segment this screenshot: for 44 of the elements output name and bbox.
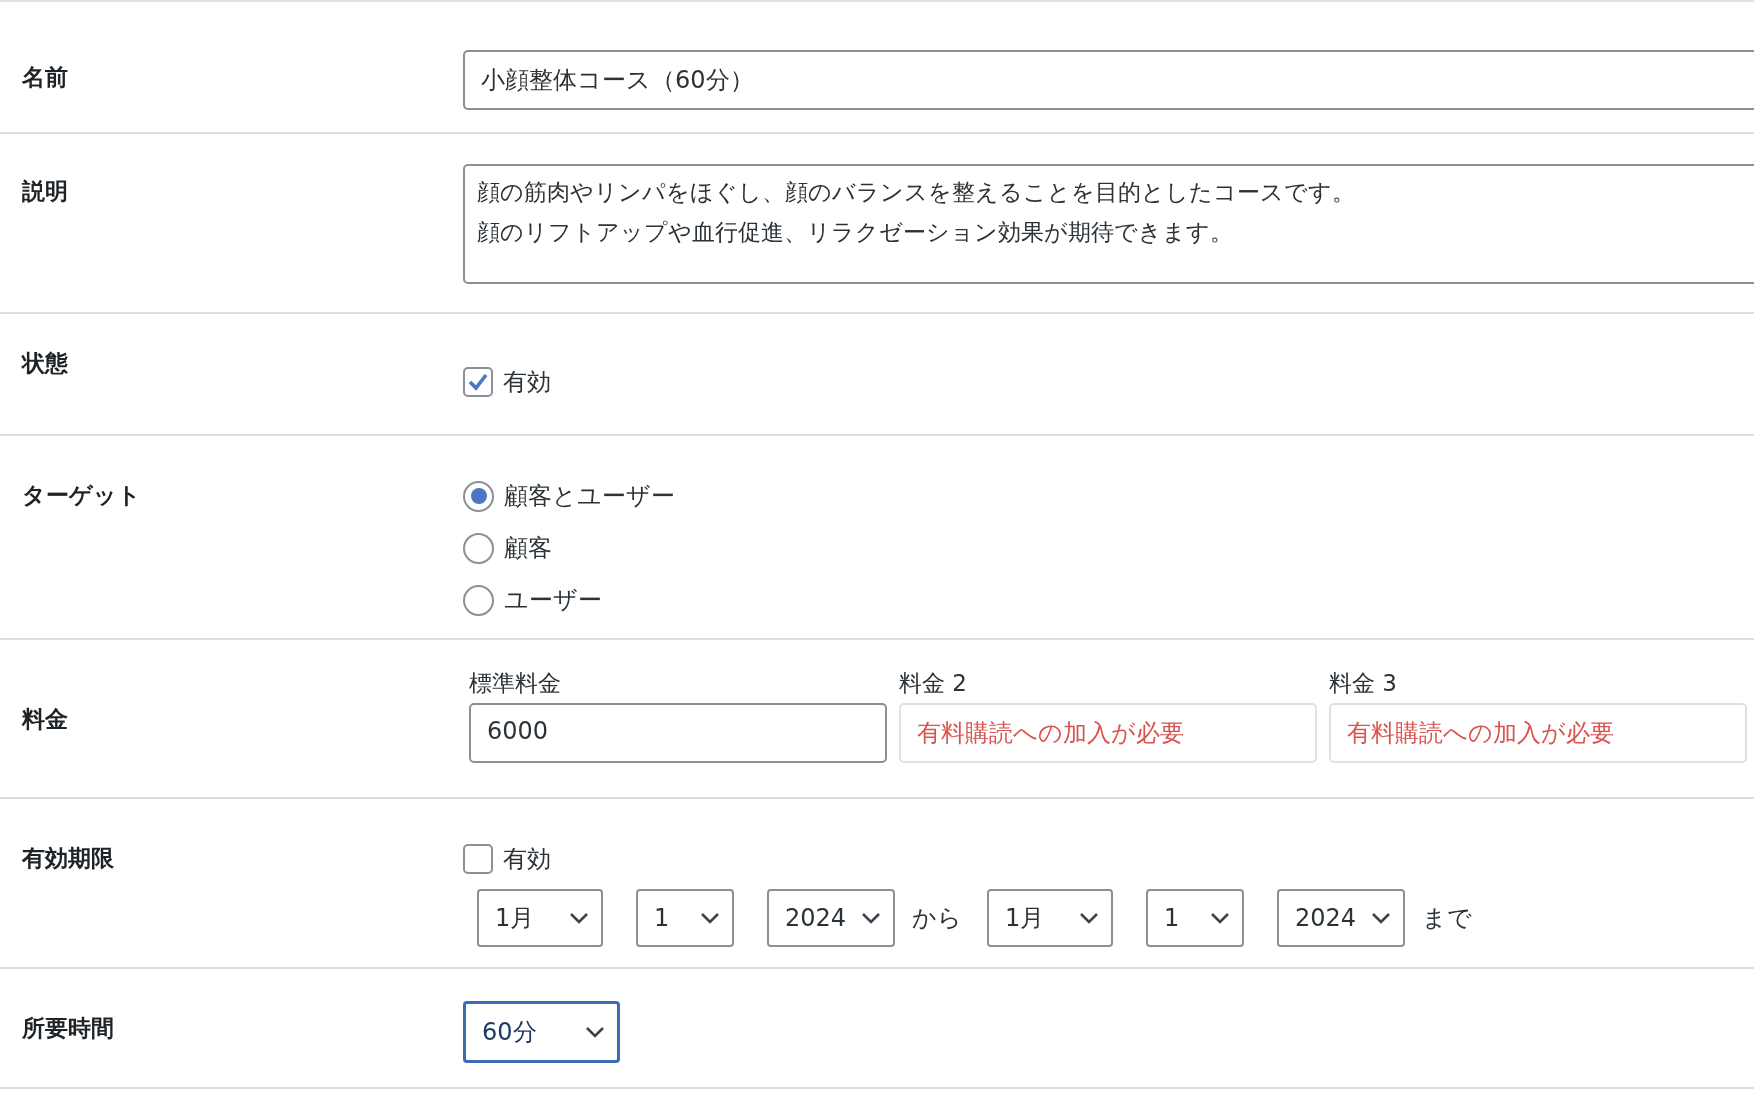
- checkbox[interactable]: [463, 367, 493, 397]
- chevron-down-icon: [1079, 912, 1099, 924]
- price-label: 料金 3: [1329, 669, 1398, 698]
- price-label: 料金 2: [899, 669, 968, 698]
- checkbox-label: 有効: [503, 367, 551, 398]
- field-label: 料金: [22, 706, 68, 732]
- chevron-down-icon: [569, 912, 589, 924]
- radio-label: ユーザー: [504, 585, 602, 616]
- select-dropdown[interactable]: 1: [636, 889, 734, 947]
- description-field[interactable]: 顔の筋肉やリンパをほぐし、顔のバランスを整えることを目的としたコースです。 顔のリフトアップや血行促進、リラクゼーション効果が期待できます。: [463, 164, 1754, 284]
- chevron-down-icon: [1210, 912, 1230, 924]
- select-dropdown[interactable]: 1月: [987, 889, 1113, 947]
- chevron-down-icon: [861, 912, 881, 924]
- price-label: 標準料金: [469, 669, 562, 698]
- chevron-down-icon: [1371, 912, 1391, 924]
- chevron-down-icon: [700, 912, 720, 924]
- range-text: から: [912, 903, 962, 934]
- field-label: 説明: [22, 178, 68, 204]
- select-dropdown[interactable]: 2024: [767, 889, 895, 947]
- radio-button[interactable]: [463, 532, 494, 564]
- description-line: 顔のリフトアップや血行促進、リラクゼーション効果が期待できます。: [477, 218, 1233, 247]
- price-field: 有料購読への加入が必要: [899, 703, 1317, 763]
- description-line: 顔の筋肉やリンパをほぐし、顔のバランスを整えることを目的としたコースです。: [477, 178, 1355, 207]
- name-field[interactable]: 小顔整体コース（60分）: [463, 50, 1754, 110]
- field-label: ターゲット: [22, 482, 141, 508]
- radio-label: 顧客とユーザー: [504, 481, 675, 512]
- radio-button[interactable]: [463, 584, 494, 616]
- price-field[interactable]: 6000: [469, 703, 887, 763]
- chevron-down-icon: [585, 1026, 605, 1038]
- select-dropdown[interactable]: 1: [1146, 889, 1244, 947]
- select-dropdown[interactable]: 2024: [1277, 889, 1405, 947]
- field-label: 名前: [22, 64, 68, 90]
- select-dropdown[interactable]: 60分: [463, 1001, 620, 1063]
- select-dropdown[interactable]: 1月: [477, 889, 603, 947]
- range-text: まで: [1422, 903, 1472, 934]
- field-label: 有効期限: [22, 845, 114, 871]
- radio-label: 顧客: [504, 533, 552, 564]
- checkbox[interactable]: [463, 844, 493, 874]
- field-label: 所要時間: [22, 1015, 114, 1041]
- field-label: 状態: [22, 350, 68, 376]
- checkbox-label: 有効: [503, 844, 551, 875]
- radio-button[interactable]: [463, 480, 494, 512]
- checkmark-icon: [468, 373, 488, 391]
- price-field: 有料購読への加入が必要: [1329, 703, 1747, 763]
